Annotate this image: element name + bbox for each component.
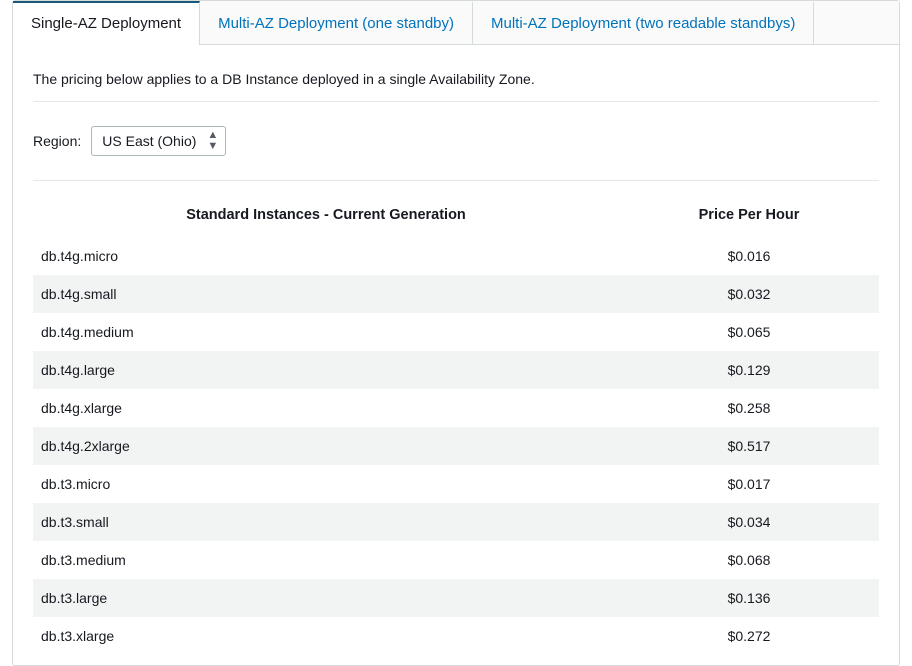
- pricing-panel: Single-AZ Deployment Multi-AZ Deployment…: [12, 0, 900, 666]
- table-row: db.t3.micro $0.017: [33, 465, 879, 503]
- pricing-description: The pricing below applies to a DB Instan…: [33, 65, 879, 102]
- table-row: db.t3.small $0.034: [33, 503, 879, 541]
- pricing-table-header-row: Standard Instances - Current Generation …: [33, 193, 879, 237]
- instance-price: $0.017: [619, 465, 879, 503]
- instance-price: $0.517: [619, 427, 879, 465]
- instance-name: db.t4g.large: [33, 351, 619, 389]
- instance-price: $0.258: [619, 389, 879, 427]
- instance-name: db.t4g.medium: [33, 313, 619, 351]
- table-row: db.t4g.large $0.129: [33, 351, 879, 389]
- instance-price: $0.016: [619, 237, 879, 275]
- pricing-table: Standard Instances - Current Generation …: [33, 193, 879, 655]
- instance-price: $0.136: [619, 579, 879, 617]
- table-row: db.t4g.medium $0.065: [33, 313, 879, 351]
- instance-name: db.t4g.small: [33, 275, 619, 313]
- tab-single-az[interactable]: Single-AZ Deployment: [13, 1, 200, 45]
- col-header-price: Price Per Hour: [619, 193, 879, 237]
- table-row: db.t4g.micro $0.016: [33, 237, 879, 275]
- tab-multi-az-two-standbys[interactable]: Multi-AZ Deployment (two readable standb…: [473, 1, 814, 44]
- tab-content: The pricing below applies to a DB Instan…: [13, 45, 899, 665]
- instance-name: db.t3.xlarge: [33, 617, 619, 655]
- instance-price: $0.068: [619, 541, 879, 579]
- instance-name: db.t4g.micro: [33, 237, 619, 275]
- deployment-tabs: Single-AZ Deployment Multi-AZ Deployment…: [13, 1, 899, 45]
- region-row: Region: US East (Ohio) ▲▼: [33, 126, 879, 181]
- instance-price: $0.032: [619, 275, 879, 313]
- col-header-instance: Standard Instances - Current Generation: [33, 193, 619, 237]
- pricing-table-body: db.t4g.micro $0.016 db.t4g.small $0.032 …: [33, 237, 879, 655]
- instance-name: db.t3.small: [33, 503, 619, 541]
- table-row: db.t3.large $0.136: [33, 579, 879, 617]
- region-select-wrap: US East (Ohio) ▲▼: [91, 126, 226, 156]
- region-label: Region:: [33, 133, 81, 149]
- tab-multi-az-one-standby[interactable]: Multi-AZ Deployment (one standby): [200, 1, 473, 44]
- instance-price: $0.065: [619, 313, 879, 351]
- instance-name: db.t4g.xlarge: [33, 389, 619, 427]
- instance-name: db.t3.medium: [33, 541, 619, 579]
- instance-price: $0.272: [619, 617, 879, 655]
- table-row: db.t3.medium $0.068: [33, 541, 879, 579]
- instance-name: db.t4g.2xlarge: [33, 427, 619, 465]
- table-row: db.t4g.small $0.032: [33, 275, 879, 313]
- instance-price: $0.129: [619, 351, 879, 389]
- table-row: db.t3.xlarge $0.272: [33, 617, 879, 655]
- region-select[interactable]: US East (Ohio): [91, 126, 226, 156]
- instance-price: $0.034: [619, 503, 879, 541]
- table-row: db.t4g.xlarge $0.258: [33, 389, 879, 427]
- instance-name: db.t3.micro: [33, 465, 619, 503]
- table-row: db.t4g.2xlarge $0.517: [33, 427, 879, 465]
- instance-name: db.t3.large: [33, 579, 619, 617]
